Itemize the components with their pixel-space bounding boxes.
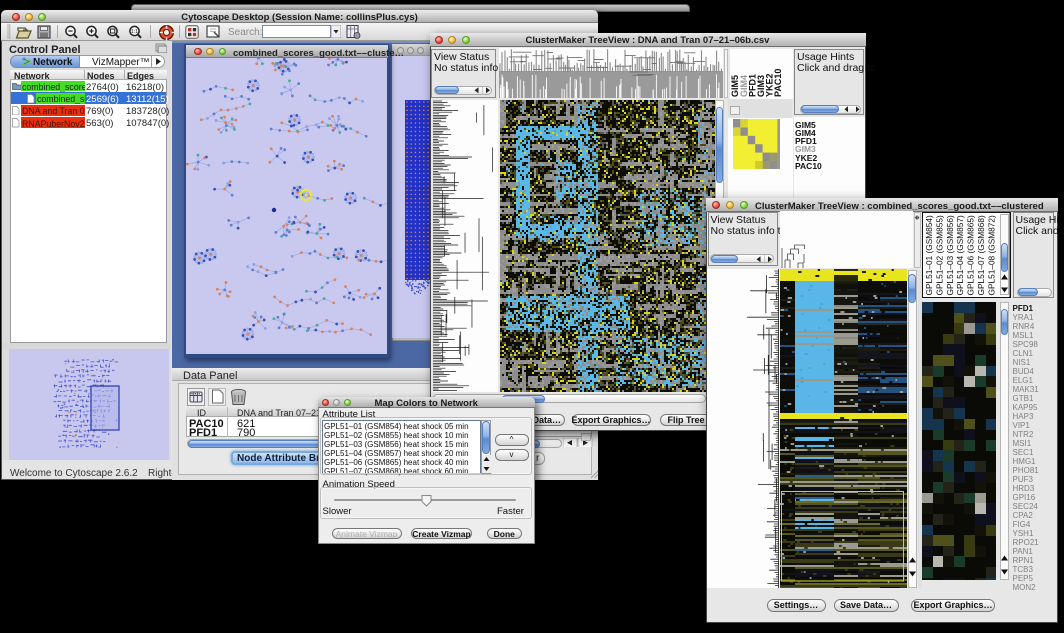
svg-text:PAC10: PAC10 bbox=[773, 68, 783, 96]
svg-text:GPL51–06 (GSM865): GPL51–06 (GSM865) bbox=[966, 215, 976, 295]
svg-text:1:1: 1:1 bbox=[131, 29, 138, 35]
svg-text:GPL51–02 (GSM855): GPL51–02 (GSM855) bbox=[934, 215, 944, 295]
svg-text:GPL51–08 (GSM872): GPL51–08 (GSM872) bbox=[986, 215, 996, 295]
svg-text:GPL51–04 (GSM857): GPL51–04 (GSM857) bbox=[955, 215, 965, 295]
svg-text:GPL51–01 (GSM854): GPL51–01 (GSM854) bbox=[924, 215, 934, 295]
svg-text:GPL51–03 (GSM856): GPL51–03 (GSM856) bbox=[945, 215, 955, 295]
svg-text:GPL51–07 (GSM868): GPL51–07 (GSM868) bbox=[976, 215, 986, 295]
